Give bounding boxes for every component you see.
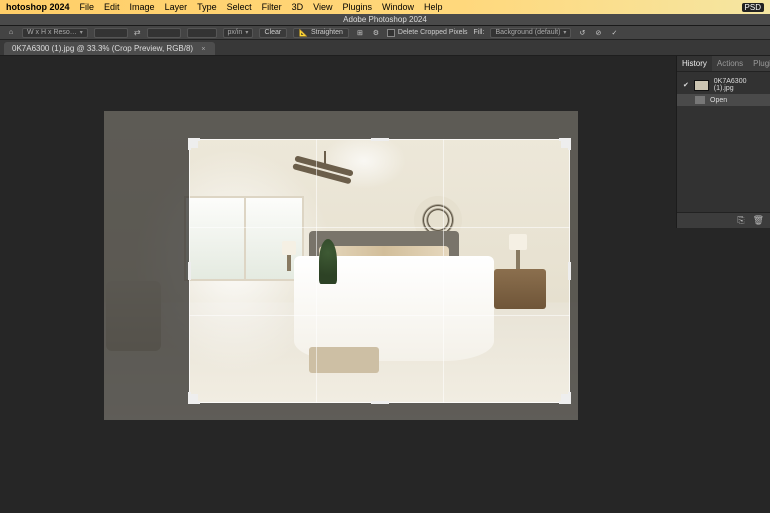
crop-handle-right[interactable]	[568, 262, 571, 280]
crop-handle-bottom-right[interactable]	[561, 394, 571, 404]
close-tab-icon[interactable]: ×	[201, 46, 205, 53]
straighten-label: Straighten	[311, 29, 343, 36]
menu-plugins[interactable]: Plugins	[342, 2, 372, 12]
menu-3d[interactable]: 3D	[292, 2, 304, 12]
right-panel: History Actions Plugins ✔ 0K7A6300 (1).j…	[676, 56, 770, 228]
menu-type[interactable]: Type	[197, 2, 217, 12]
resolution-input[interactable]	[187, 28, 217, 38]
menu-view[interactable]: View	[313, 2, 332, 12]
crop-settings-icon[interactable]: ⚙	[371, 29, 381, 37]
history-step-icon	[695, 96, 705, 104]
crop-width-input[interactable]	[94, 28, 128, 38]
document-tab-strip: 0K7A6300 (1).jpg @ 33.3% (Crop Preview, …	[0, 40, 770, 56]
rule-of-thirds-line	[189, 227, 570, 228]
ratio-preset-dropdown[interactable]: W x H x Reso…	[22, 28, 88, 38]
document-tab-label: 0K7A6300 (1).jpg @ 33.3% (Crop Preview, …	[12, 44, 193, 53]
menu-select[interactable]: Select	[227, 2, 252, 12]
crop-region[interactable]	[189, 139, 570, 403]
crop-handle-bottom-left[interactable]	[188, 394, 198, 404]
history-step-label: Open	[710, 97, 727, 104]
history-panel-body: ✔ 0K7A6300 (1).jpg Open	[677, 72, 770, 212]
swap-dimensions-icon[interactable]: ⇄	[134, 28, 141, 37]
fill-dropdown[interactable]: Background (default)	[490, 28, 571, 38]
crop-tool-icon[interactable]: ⌂	[6, 29, 16, 36]
rule-of-thirds-line	[443, 139, 444, 403]
menubar-sys-badge: PSD	[742, 3, 764, 12]
menu-layer[interactable]: Layer	[165, 2, 188, 12]
history-step[interactable]: Open	[677, 94, 770, 106]
reset-crop-icon[interactable]: ↺	[577, 29, 587, 37]
delete-state-icon[interactable]: 🗑	[753, 215, 764, 226]
straighten-icon: 📐	[299, 29, 308, 37]
crop-height-input[interactable]	[147, 28, 181, 38]
tab-actions[interactable]: Actions	[712, 56, 748, 71]
clear-button[interactable]: Clear	[259, 28, 288, 38]
tab-plugins[interactable]: Plugins	[748, 56, 770, 71]
delete-cropped-checkbox[interactable]: Delete Cropped Pixels	[387, 29, 468, 37]
crop-handle-top-left[interactable]	[188, 138, 198, 148]
commit-crop-icon[interactable]: ✓	[609, 29, 619, 37]
workspace: History Actions Plugins ✔ 0K7A6300 (1).j…	[0, 56, 770, 513]
mac-menubar: hotoshop 2024 File Edit Image Layer Type…	[0, 0, 770, 14]
crop-handle-top-right[interactable]	[561, 138, 571, 148]
crop-options-bar: ⌂ W x H x Reso… ⇄ px/in Clear 📐 Straight…	[0, 26, 770, 40]
document-tab[interactable]: 0K7A6300 (1).jpg @ 33.3% (Crop Preview, …	[4, 42, 215, 55]
app-titlebar: Adobe Photoshop 2024	[0, 14, 770, 26]
menu-file[interactable]: File	[80, 2, 95, 12]
fill-label: Fill:	[474, 29, 485, 36]
cancel-crop-icon[interactable]: ⊘	[593, 29, 603, 37]
menu-window[interactable]: Window	[382, 2, 414, 12]
crop-handle-left[interactable]	[188, 262, 191, 280]
menu-help[interactable]: Help	[424, 2, 443, 12]
straighten-button[interactable]: 📐 Straighten	[293, 28, 349, 38]
document-canvas[interactable]	[104, 111, 578, 420]
snapshot-thumbnail	[694, 80, 709, 91]
delete-cropped-label: Delete Cropped Pixels	[398, 29, 468, 36]
new-snapshot-icon[interactable]: ⎘	[737, 215, 744, 226]
panel-tabs: History Actions Plugins	[677, 56, 770, 72]
crop-handle-top[interactable]	[371, 138, 389, 141]
snapshot-label: 0K7A6300 (1).jpg	[714, 78, 764, 92]
overlay-options-icon[interactable]: ⊞	[355, 29, 365, 37]
crop-handle-bottom[interactable]	[371, 401, 389, 404]
history-snapshot[interactable]: ✔ 0K7A6300 (1).jpg	[677, 76, 770, 94]
resolution-units-dropdown[interactable]: px/in	[223, 28, 253, 38]
history-panel-footer: ⎘ 🗑	[677, 212, 770, 228]
rule-of-thirds-line	[316, 139, 317, 403]
menu-edit[interactable]: Edit	[104, 2, 120, 12]
menu-filter[interactable]: Filter	[262, 2, 282, 12]
tab-history[interactable]: History	[677, 56, 712, 71]
visibility-check-icon: ✔	[683, 81, 689, 89]
rule-of-thirds-line	[189, 315, 570, 316]
menu-image[interactable]: Image	[130, 2, 155, 12]
app-name: hotoshop 2024	[6, 2, 70, 12]
